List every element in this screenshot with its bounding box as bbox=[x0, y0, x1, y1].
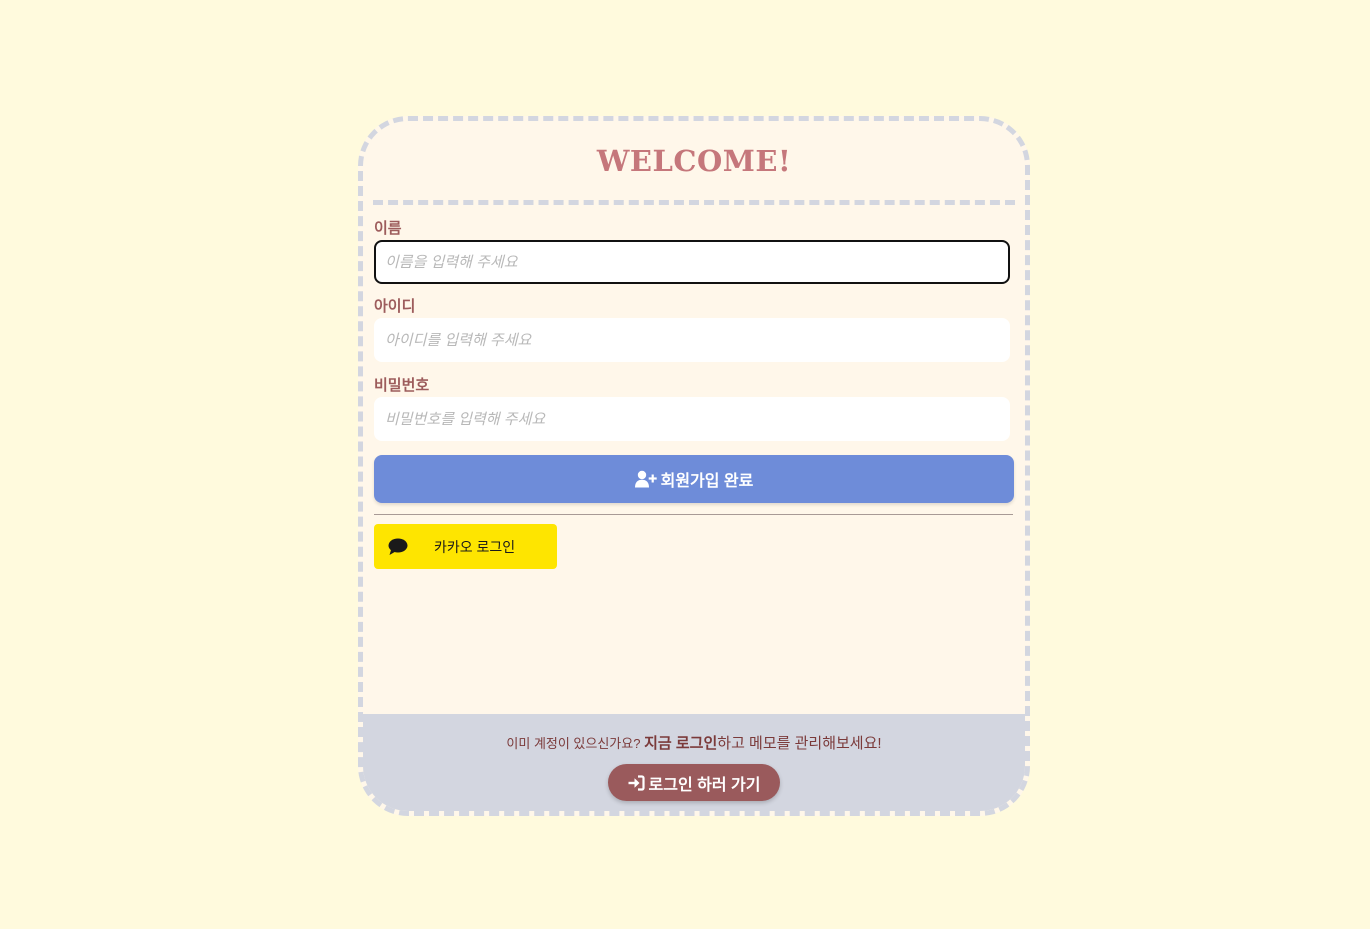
login-prompt: 이미 계정이 있으신가요? 지금 로그인하고 메모를 관리해보세요! bbox=[363, 734, 1025, 754]
name-label: 이름 bbox=[374, 220, 402, 237]
signup-complete-button[interactable]: 회원가입 완료 bbox=[374, 455, 1014, 503]
card-header: WELCOME! bbox=[373, 121, 1015, 205]
signup-form: 이름 아이디 비밀번호 회원가입 완료 bbox=[374, 218, 1014, 569]
login-button-label: 로그인 하러 가기 bbox=[648, 776, 761, 794]
go-to-login-button[interactable]: 로그인 하러 가기 bbox=[608, 764, 780, 801]
kakao-login-button[interactable]: 카카오 로그인 bbox=[374, 524, 557, 569]
id-label: 아이디 bbox=[374, 298, 416, 315]
password-input[interactable] bbox=[374, 397, 1010, 441]
name-input[interactable] bbox=[374, 240, 1010, 284]
card-footer: 이미 계정이 있으신가요? 지금 로그인하고 메모를 관리해보세요! 로그인 하… bbox=[363, 714, 1025, 811]
speech-bubble-icon bbox=[388, 538, 408, 556]
kakao-login-label: 카카오 로그인 bbox=[434, 538, 516, 555]
signup-button-label: 회원가입 완료 bbox=[660, 473, 754, 490]
sign-in-icon bbox=[628, 774, 645, 791]
id-field-group: 아이디 bbox=[374, 296, 1014, 362]
login-prompt-suffix: 하고 메모를 관리해보세요! bbox=[717, 735, 882, 752]
login-prompt-prefix: 이미 계정이 있으신가요? bbox=[506, 736, 641, 751]
login-prompt-strong: 지금 로그인 bbox=[644, 735, 718, 752]
page-title: WELCOME! bbox=[596, 144, 792, 178]
password-field-group: 비밀번호 bbox=[374, 375, 1014, 441]
password-label: 비밀번호 bbox=[374, 377, 430, 394]
user-plus-icon bbox=[634, 470, 657, 488]
divider bbox=[374, 514, 1013, 515]
signup-card: WELCOME! 이름 아이디 비밀번호 회원가입 완료 bbox=[358, 116, 1030, 816]
id-input[interactable] bbox=[374, 318, 1010, 362]
name-field-group: 이름 bbox=[374, 218, 1014, 284]
